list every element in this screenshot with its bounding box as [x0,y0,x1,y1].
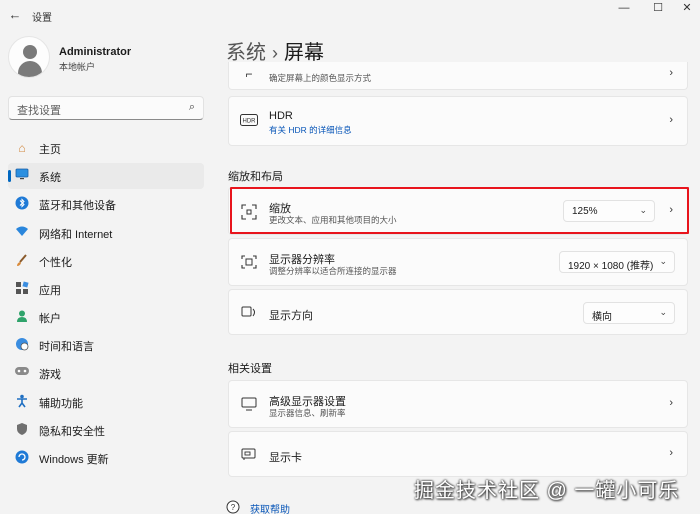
resolution-value: 1920 × 1080 (推荐) [568,261,654,272]
sidebar-item-label: 网络和 Internet [39,229,113,241]
sidebar-item-time-language[interactable]: 时间和语言 [8,332,204,358]
breadcrumb-parent[interactable]: 系统 [226,42,266,64]
chevron-right-icon: › [669,67,673,79]
orientation-card[interactable]: 显示方向 横向 ⌄ [228,289,688,335]
sidebar-item-label: 系统 [39,172,61,184]
account-type: 本地帐户 [59,62,96,72]
chevron-down-icon: ⌄ [659,256,667,266]
orientation-value: 横向 [592,312,612,323]
gamepad-icon [14,365,30,381]
graphics-card[interactable]: 显示卡 › [228,431,688,477]
shield-icon [14,422,30,438]
selected-indicator [8,170,11,182]
sidebar-item-label: 主页 [39,144,61,156]
sidebar-item-system[interactable]: 系统 [8,163,204,189]
sidebar-item-personalization[interactable]: 个性化 [8,248,204,274]
chevron-down-icon: ⌄ [659,307,667,317]
apps-icon [14,281,30,297]
resolution-subtitle: 调整分辨率以适合所连接的显示器 [269,266,397,276]
chevron-right-icon: › [669,447,673,459]
sidebar-item-label: 游戏 [39,369,61,381]
color-icon: ⌐ [245,67,253,81]
sidebar-item-label: 蓝牙和其他设备 [39,200,116,212]
sidebar-item-label: 应用 [39,285,61,297]
orientation-icon [239,305,259,321]
svg-text:HDR: HDR [243,119,257,125]
window-title: 设置 [32,13,52,24]
sidebar-item-label: Windows 更新 [39,454,109,466]
avatar [8,36,50,78]
sidebar-item-label: 时间和语言 [39,341,94,353]
resolution-icon [239,255,259,271]
svg-text:?: ? [231,503,236,512]
get-help-label: 获取帮助 [250,505,290,514]
back-arrow-icon[interactable]: ← [6,6,24,24]
maximize-button[interactable]: ☐ [643,0,673,22]
search-icon: ⌕ [188,101,195,113]
accessibility-icon [14,394,30,410]
search-placeholder: 查找设置 [17,105,61,117]
graphics-card-icon [239,447,259,463]
sidebar-item-privacy[interactable]: 隐私和安全性 [8,417,204,443]
search-input[interactable]: 查找设置 ⌕ [8,96,204,120]
wifi-icon [14,225,30,241]
sidebar-item-label: 隐私和安全性 [39,426,105,438]
person-icon [14,309,30,325]
breadcrumb-separator: › [272,43,278,63]
minimize-button[interactable]: — [609,0,639,22]
advanced-display-card[interactable]: 高级显示器设置 显示器信息、刷新率 › [228,380,688,428]
update-icon [14,450,30,466]
user-name: Administrator [59,46,132,58]
resolution-dropdown[interactable]: 1920 × 1080 (推荐) ⌄ [559,251,675,273]
color-profile-subtitle: 确定屏幕上的颜色显示方式 [269,73,372,83]
sidebar-item-label: 辅助功能 [39,398,83,410]
sidebar-item-accessibility[interactable]: 辅助功能 [8,389,204,415]
color-profile-card[interactable]: ⌐ 确定屏幕上的颜色显示方式 › [228,62,688,90]
sidebar-item-home[interactable]: ⌂ 主页 [8,135,204,161]
monitor-icon [14,168,30,184]
hdr-card[interactable]: HDR HDR 有关 HDR 的详细信息 › [228,96,688,146]
graphics-title: 显示卡 [269,452,302,464]
section-title-related: 相关设置 [228,363,272,375]
advanced-display-subtitle: 显示器信息、刷新率 [269,408,346,418]
brush-icon [14,253,30,269]
chevron-right-icon: › [669,114,673,126]
sidebar-item-apps[interactable]: 应用 [8,276,204,302]
chevron-right-icon: › [669,397,673,409]
sidebar-item-gaming[interactable]: 游戏 [8,360,204,386]
home-icon: ⌂ [18,141,26,155]
page-title: 屏幕 [284,42,324,64]
bluetooth-icon [14,196,30,212]
title-bar: ← 设置 — ☐ ✕ [0,0,700,30]
hdr-title: HDR [269,110,293,122]
sidebar-item-windows-update[interactable]: Windows 更新 [8,445,204,471]
sidebar-item-label: 个性化 [39,257,72,269]
orientation-title: 显示方向 [269,310,313,322]
breadcrumb: 系统 › 屏幕 [226,36,324,65]
hdr-icon: HDR [239,114,259,130]
globe-clock-icon [14,337,30,353]
sidebar-item-network[interactable]: 网络和 Internet [8,220,204,246]
sidebar-item-accounts[interactable]: 帐户 [8,304,204,330]
resolution-card[interactable]: 显示器分辨率 调整分辨率以适合所连接的显示器 1920 × 1080 (推荐) … [228,238,688,286]
help-icon: ? [226,500,240,514]
section-title-scale-layout: 缩放和布局 [228,171,283,183]
watermark: 掘金技术社区 @ 一罐小可乐 [414,480,680,502]
sidebar-item-label: 帐户 [39,313,61,325]
orientation-dropdown[interactable]: 横向 ⌄ [583,302,675,324]
highlight-box [230,187,689,234]
close-button[interactable]: ✕ [672,0,700,22]
sidebar-item-bluetooth[interactable]: 蓝牙和其他设备 [8,191,204,217]
monitor-icon [239,397,259,413]
hdr-info-link[interactable]: 有关 HDR 的详细信息 [269,124,352,136]
